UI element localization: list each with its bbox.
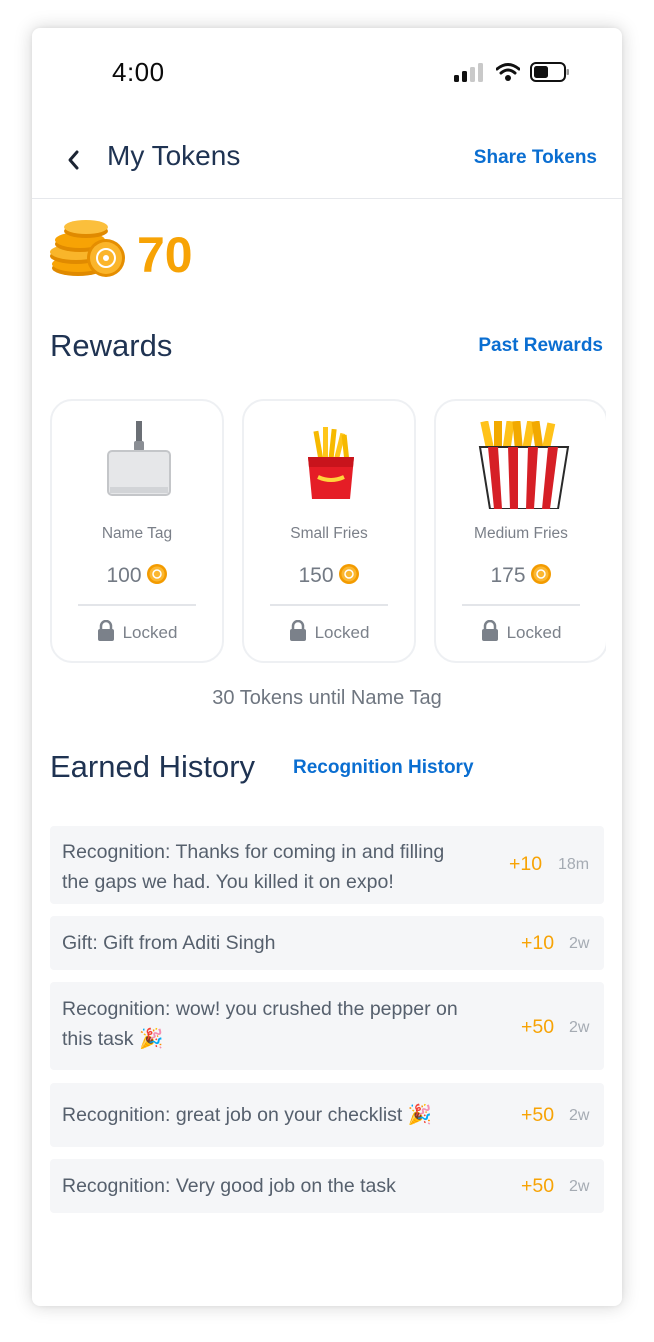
history-time: 2w <box>569 935 590 952</box>
history-time: 2w <box>569 1019 590 1036</box>
reward-divider <box>462 604 580 606</box>
token-coin-icon <box>146 564 167 584</box>
reward-name: Name Tag <box>101 525 173 542</box>
reward-card-name-tag[interactable]: Name Tag 100 Locked <box>50 399 224 663</box>
history-amount: +10 <box>509 853 543 875</box>
history-text-line1: Recognition: Very good job on the task <box>62 1175 396 1197</box>
reward-cost: 175 <box>436 563 606 588</box>
reward-divider <box>270 604 388 606</box>
lock-icon <box>289 620 306 641</box>
recognition-history-link[interactable]: Recognition History <box>293 757 474 779</box>
medium-fries-icon <box>478 421 570 509</box>
nav-header: My Tokens Share Tokens <box>32 126 622 199</box>
lock-icon <box>97 620 114 641</box>
share-tokens-button[interactable]: Share Tokens <box>474 147 597 169</box>
history-item: Gift: Gift from Aditi Singh +10 2w <box>50 916 604 970</box>
token-balance: 70 <box>137 227 193 283</box>
history-time: 2w <box>569 1107 590 1124</box>
history-text-line1: Gift: Gift from Aditi Singh <box>62 932 276 954</box>
history-time: 2w <box>569 1178 590 1195</box>
reward-divider <box>78 604 196 606</box>
reward-name: Medium Fries <box>474 525 568 542</box>
earned-history-heading: Earned History <box>50 749 256 784</box>
history-item: Recognition: wow! you crushed the pepper… <box>50 982 604 1070</box>
reward-cost: 100 <box>52 563 222 588</box>
history-text-line1: Recognition: great job on your checklist… <box>62 1104 433 1126</box>
reward-card-small-fries[interactable]: Small Fries 150 Locked <box>242 399 416 663</box>
reward-cost: 150 <box>244 563 414 588</box>
tokens-until-next-reward: 30 Tokens until Name Tag <box>212 687 442 709</box>
lock-icon <box>481 620 498 641</box>
phone-screen: 4:00 My Tokens Share Tokens 70 Rewards P… <box>32 28 622 1306</box>
token-coin-icon <box>338 564 359 584</box>
cellular-signal-icon <box>454 62 486 82</box>
reward-name: Small Fries <box>290 525 368 542</box>
history-item: Recognition: Thanks for coming in and fi… <box>50 826 604 904</box>
rewards-carousel[interactable]: Name Tag 100 Locked Small Fries 150 Lock… <box>50 399 606 669</box>
reward-lock-status: Locked <box>244 620 414 643</box>
reward-lock-status: Locked <box>436 620 606 643</box>
history-amount: +50 <box>521 1175 555 1197</box>
status-time: 4:00 <box>112 57 165 87</box>
history-text-line2: this task 🎉 <box>62 1028 164 1050</box>
wifi-icon <box>496 63 520 81</box>
past-rewards-link[interactable]: Past Rewards <box>478 335 603 357</box>
history-amount: +50 <box>521 1104 555 1126</box>
token-coin-icon <box>530 564 551 584</box>
history-time: 18m <box>558 856 590 873</box>
history-amount: +50 <box>521 1016 555 1038</box>
history-amount: +10 <box>521 932 555 954</box>
reward-card-medium-fries[interactable]: Medium Fries 175 Locked <box>434 399 606 663</box>
page-title: My Tokens <box>107 140 241 171</box>
history-text-line1: Recognition: wow! you crushed the pepper… <box>62 998 458 1020</box>
history-text-line1: Recognition: Thanks for coming in and fi… <box>62 841 445 863</box>
back-chevron-icon[interactable] <box>62 146 86 174</box>
name-tag-icon <box>107 421 171 496</box>
battery-icon <box>530 62 569 82</box>
reward-lock-status: Locked <box>52 620 222 643</box>
history-item: Recognition: great job on your checklist… <box>50 1083 604 1147</box>
small-fries-icon <box>308 427 354 499</box>
history-item: Recognition: Very good job on the task +… <box>50 1159 604 1213</box>
rewards-heading: Rewards <box>50 328 173 363</box>
history-text-line2: the gaps we had. You killed it on expo! <box>62 871 394 893</box>
coins-stack-icon <box>50 220 125 277</box>
